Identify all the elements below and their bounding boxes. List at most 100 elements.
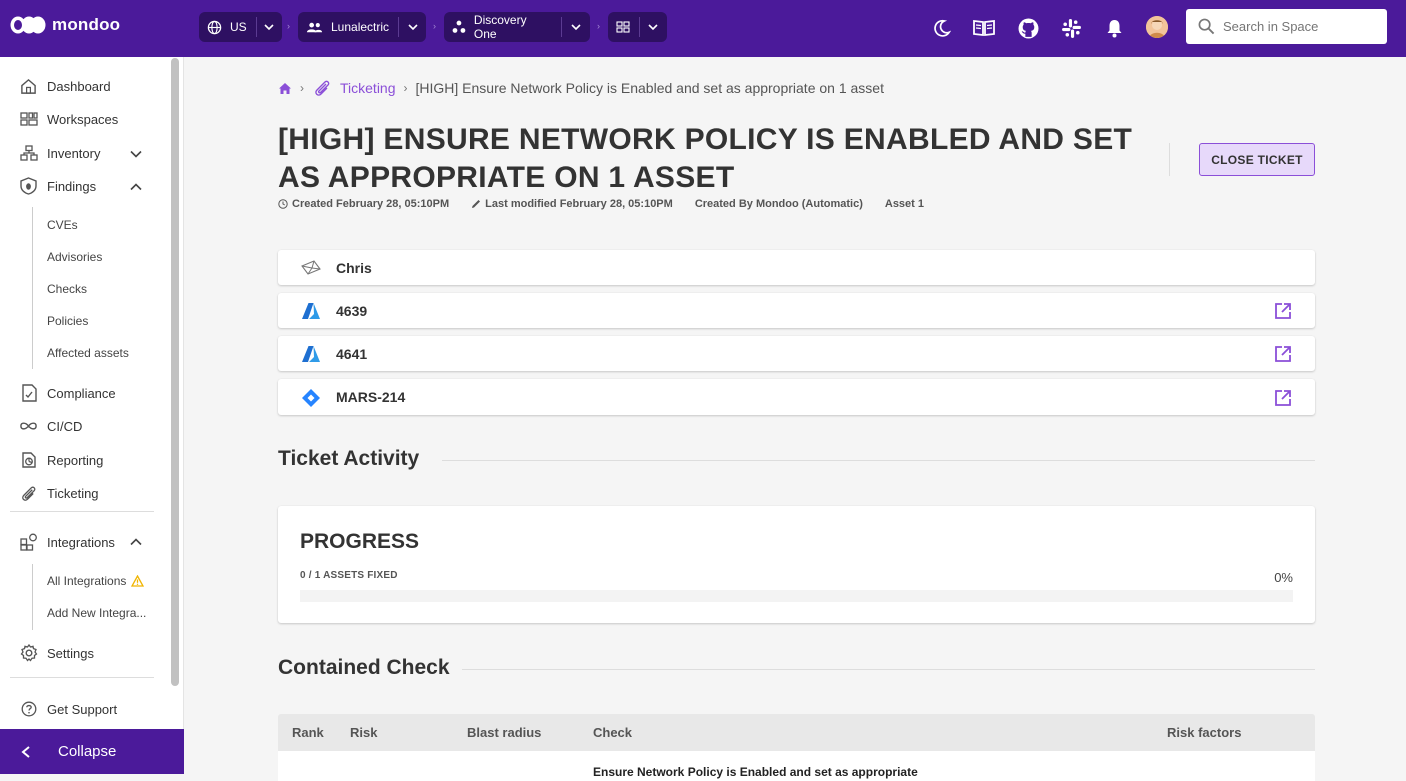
ticket-meta: Created February 28, 05:10PM Last modifi… [278,198,924,210]
sidebar-scrollbar[interactable] [171,58,179,686]
sidebar-item-findings[interactable]: Findings [19,175,96,197]
breadcrumb: › Ticketing › [HIGH] Ensure Network Poli… [278,79,884,97]
column-check[interactable]: Check [593,725,632,740]
infinity-icon [20,422,37,430]
column-blast-radius[interactable]: Blast radius [467,725,541,740]
help-icon [21,701,36,717]
column-risk[interactable]: Risk [350,725,377,740]
sidebar-subitem-all-integrations[interactable]: All Integrations [47,574,126,588]
chevron-down-icon [407,24,418,31]
user-avatar[interactable] [1146,16,1168,38]
collapse-sidebar-button[interactable]: Collapse [0,729,184,774]
integrations-icon [19,533,37,551]
paperclip-icon [315,80,330,96]
checks-table-header: Rank Risk Blast radius Check Risk factor… [278,714,1315,751]
docs-button[interactable] [972,16,996,40]
ticket-link-email[interactable]: Chris [278,250,1315,285]
sidebar-subitem-advisories[interactable]: Advisories [47,250,102,264]
findings-subnav-line [32,207,33,369]
sidebar-item-label: Integrations [47,534,115,550]
region-label: US [230,20,247,34]
organization-selector[interactable]: Lunalectric [298,12,426,42]
breadcrumb-current: [HIGH] Ensure Network Policy is Enabled … [415,80,884,96]
pencil-icon [472,200,481,208]
organization-label: Lunalectric [331,20,390,34]
sidebar-item-inventory[interactable]: Inventory [19,142,100,164]
search-box[interactable] [1186,9,1387,44]
created-text: Created February 28, 05:10PM [292,198,450,210]
sidebar-subitem-policies[interactable]: Policies [47,314,88,328]
ticket-link-label: MARS-214 [336,389,406,405]
workspace-grid-icon [616,21,630,33]
section-rule [462,669,1315,670]
main-content: › Ticketing › [HIGH] Ensure Network Poli… [185,57,1406,781]
notifications-button[interactable] [1102,16,1126,40]
page-title: [HIGH] Ensure Network Policy is Enabled … [278,123,1133,194]
chevron-down-icon[interactable] [128,146,144,162]
sidebar-item-label: CI/CD [47,418,83,434]
space-label: Discovery One [473,13,527,41]
workspace-selector[interactable] [608,12,667,42]
column-risk-factors[interactable]: Risk factors [1167,725,1241,740]
mondoo-logo[interactable]: mondoo [10,14,120,36]
warning-icon [131,575,144,587]
space-selector[interactable]: Discovery One [444,12,590,42]
dark-mode-button[interactable] [929,16,953,40]
breadcrumb-separator: › [300,81,304,95]
column-rank[interactable]: Rank [292,725,324,740]
chevron-up-icon[interactable] [128,534,144,550]
sidebar-item-reporting[interactable]: Reporting [19,449,103,471]
breadcrumb-ticketing-link[interactable]: Ticketing [340,80,396,96]
external-link-icon[interactable] [1273,388,1293,408]
sidebar-subitem-affected-assets[interactable]: Affected assets [47,346,129,360]
sidebar-item-cicd[interactable]: CI/CD [19,415,82,437]
search-icon [1198,18,1215,35]
section-rule [442,460,1315,461]
sidebar-item-label: Dashboard [47,78,111,94]
modified-date: Last modified February 28, 05:10PM [471,198,673,210]
sidebar-item-settings[interactable]: Settings [19,642,94,664]
sidebar-item-label: Workspaces [47,111,119,127]
slack-button[interactable] [1059,16,1083,40]
sidebar-subitem-cves[interactable]: CVEs [47,218,78,232]
inventory-icon [19,145,38,161]
top-bar: mondoo US › Lunalectric › Discovery One … [0,0,1406,57]
ticket-link-label: 4641 [336,345,368,362]
sidebar-item-get-support[interactable]: Get Support [19,698,117,720]
progress-bar [300,590,1293,602]
close-ticket-button[interactable]: CLOSE TICKET [1199,143,1315,176]
external-link-icon[interactable] [1273,301,1293,321]
table-row[interactable]: Ensure Network Policy is Enabled and set… [278,751,1315,781]
ticket-link-azure-4641[interactable]: 4641 [278,336,1315,371]
progress-subtitle: 0 / 1 ASSETS FIXED [300,570,398,581]
sidebar-item-label: Get Support [47,701,118,717]
azure-icon [302,346,320,362]
sidebar-subitem-add-integration[interactable]: Add New Integra... [47,606,146,620]
sidebar-item-compliance[interactable]: Compliance [19,382,116,404]
moon-icon [933,19,951,37]
progress-title: PROGRESS [300,530,420,553]
github-icon [1018,18,1038,38]
sidebar-item-workspaces[interactable]: Workspaces [19,108,118,130]
ticket-link-azure-4639[interactable]: 4639 [278,293,1315,328]
region-selector[interactable]: US [199,12,282,42]
search-input[interactable] [1223,19,1373,34]
sidebar-item-dashboard[interactable]: Dashboard [19,75,111,97]
check-name: Ensure Network Policy is Enabled and set… [593,765,918,779]
sidebar-item-ticketing[interactable]: Ticketing [19,482,99,504]
sidebar-item-integrations[interactable]: Integrations [19,531,115,553]
title-divider [1169,143,1170,176]
book-icon [973,19,995,37]
email-icon [301,260,321,275]
created-by: Created By Mondoo (Automatic) [694,198,863,210]
chevron-up-icon[interactable] [128,179,144,195]
external-link-icon[interactable] [1273,344,1293,364]
avatar-image [1146,16,1168,38]
github-button[interactable] [1016,16,1040,40]
integrations-subnav-line [32,564,33,630]
progress-percent: 0% [1274,570,1293,585]
home-icon[interactable] [278,82,292,95]
sidebar-subitem-checks[interactable]: Checks [47,282,87,296]
ticket-activity-title: Ticket Activity [278,447,420,470]
ticket-link-jira[interactable]: MARS-214 [278,379,1315,415]
